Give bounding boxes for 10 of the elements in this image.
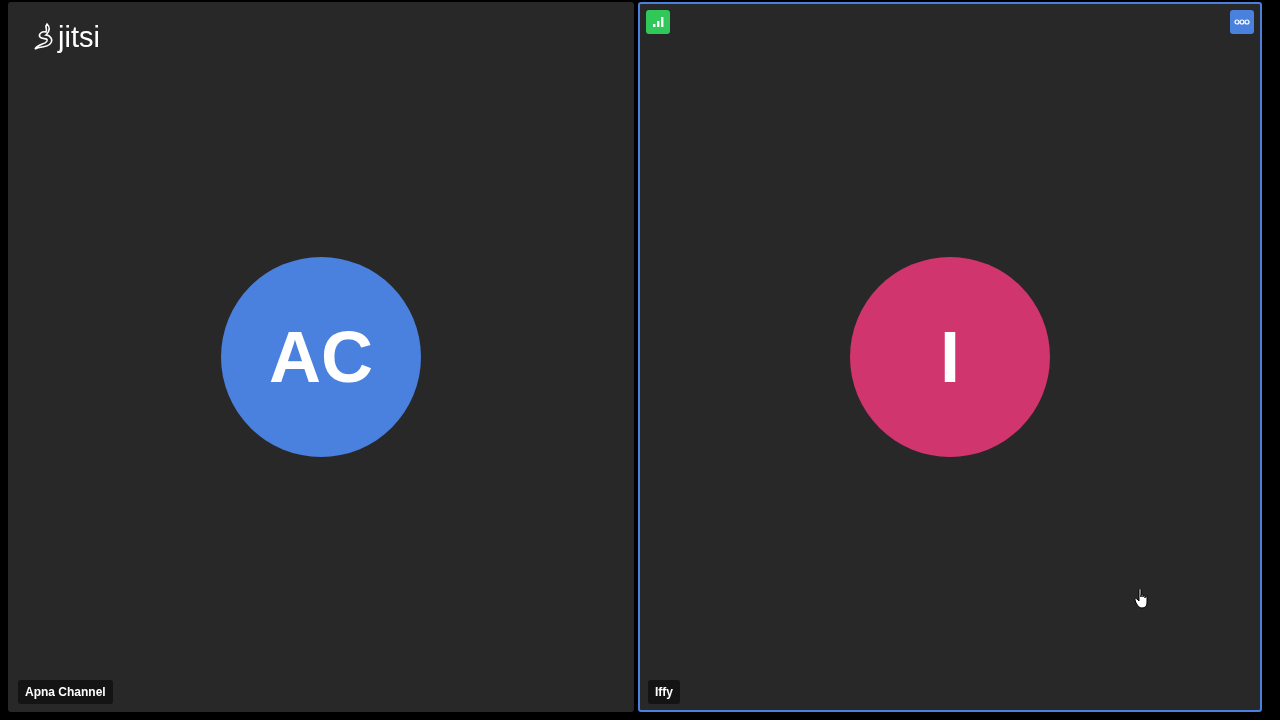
more-options-icon[interactable] [1230,10,1254,34]
signal-icon [646,10,670,34]
logo-text: jitsi [58,22,100,52]
participant-name: Iffy [648,680,680,704]
avatar: I [850,257,1050,457]
hand-cursor-icon [1134,588,1150,610]
avatar: AC [221,257,421,457]
video-tile[interactable]: jitsi AC Apna Channel [8,2,634,712]
participant-name: Apna Channel [18,680,113,704]
video-tile[interactable]: I Iffy [638,2,1262,712]
